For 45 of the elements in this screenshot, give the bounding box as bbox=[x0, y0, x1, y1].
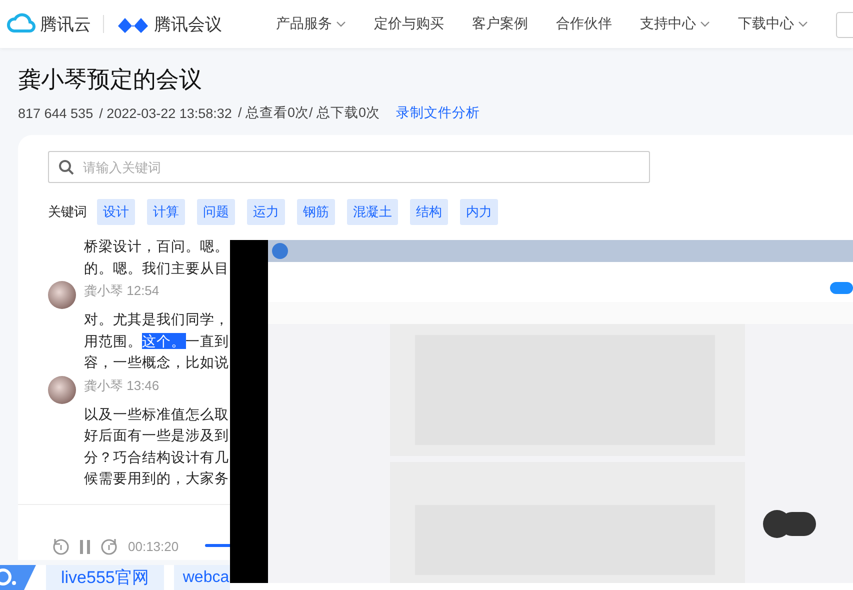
transcript-line: 桥梁设计，百问。嗯。 bbox=[84, 237, 230, 256]
search-field[interactable]: 请输入关键词 bbox=[48, 151, 650, 183]
rewind-button[interactable] bbox=[52, 537, 70, 556]
nav-item[interactable]: 产品服务 bbox=[262, 15, 360, 33]
progress-line bbox=[205, 544, 230, 547]
keyword-tag[interactable]: 钢筋 bbox=[297, 199, 335, 225]
avatar bbox=[48, 281, 76, 309]
link-chip[interactable]: webca bbox=[174, 565, 230, 590]
keyword-tag[interactable]: 混凝土 bbox=[347, 199, 398, 225]
transcript-line: 候需要用到的，大家务 bbox=[84, 469, 230, 488]
transcript-line: 对。尤其是我们同学， bbox=[84, 310, 230, 329]
brand-name: 腾讯云 bbox=[40, 14, 91, 36]
transcript-line: 分？巧合结构设计有几 bbox=[84, 448, 230, 466]
keyword-tag[interactable]: 问题 bbox=[197, 199, 235, 225]
link-chip[interactable]: live555官网 bbox=[46, 565, 164, 590]
nav-item[interactable]: 支持中心 bbox=[626, 15, 724, 33]
meeting-date: / 2022-03-22 13:58:32 bbox=[99, 106, 232, 120]
keyword-tag[interactable]: 内力 bbox=[460, 199, 498, 225]
meeting-title: 龚小琴预定的会议 bbox=[18, 65, 203, 94]
keyword-tag[interactable]: 结构 bbox=[410, 199, 448, 225]
transcript-line: 以及一些标准值怎么取 bbox=[84, 404, 230, 424]
playback-time: 00:13:20 bbox=[128, 539, 179, 554]
pause-button[interactable] bbox=[78, 538, 92, 554]
keyword-tag[interactable]: 计算 bbox=[147, 199, 185, 225]
search-icon bbox=[58, 159, 74, 175]
analysis-link[interactable]: 录制文件分析 bbox=[396, 104, 480, 122]
avatar bbox=[48, 376, 76, 404]
nav-item[interactable]: 下载中心 bbox=[724, 15, 822, 33]
product-name: 腾讯会议 bbox=[154, 14, 222, 36]
nav-item[interactable]: 客户案例 bbox=[458, 15, 542, 33]
keyword-tag[interactable]: 设计 bbox=[97, 199, 135, 225]
transcript-line: 好后面有一些是涉及到 bbox=[84, 426, 230, 445]
transcript-line: 用范围。这个。一直到 bbox=[84, 332, 230, 350]
keywords-label: 关键词 bbox=[48, 203, 87, 221]
nav-item[interactable]: 合作伙伴 bbox=[542, 15, 626, 33]
speaker-time: 龚小琴 12:54 bbox=[84, 282, 160, 300]
keyword-tag[interactable]: 运力 bbox=[247, 199, 285, 225]
forward-button[interactable] bbox=[100, 537, 118, 556]
cloud-logo-icon bbox=[6, 13, 36, 35]
view-stats: / 总查看0次/ 总下载0次 bbox=[238, 104, 380, 122]
transcript-line: 容，一些概念，比如说 bbox=[84, 353, 230, 372]
speaker-time: 龚小琴 13:46 bbox=[84, 376, 160, 394]
meeting-id: 817 644 535 bbox=[18, 106, 94, 120]
transcript-line: 的。嗯。我们主要从目 bbox=[84, 258, 230, 278]
nav-item[interactable]: 定价与购买 bbox=[360, 15, 458, 33]
